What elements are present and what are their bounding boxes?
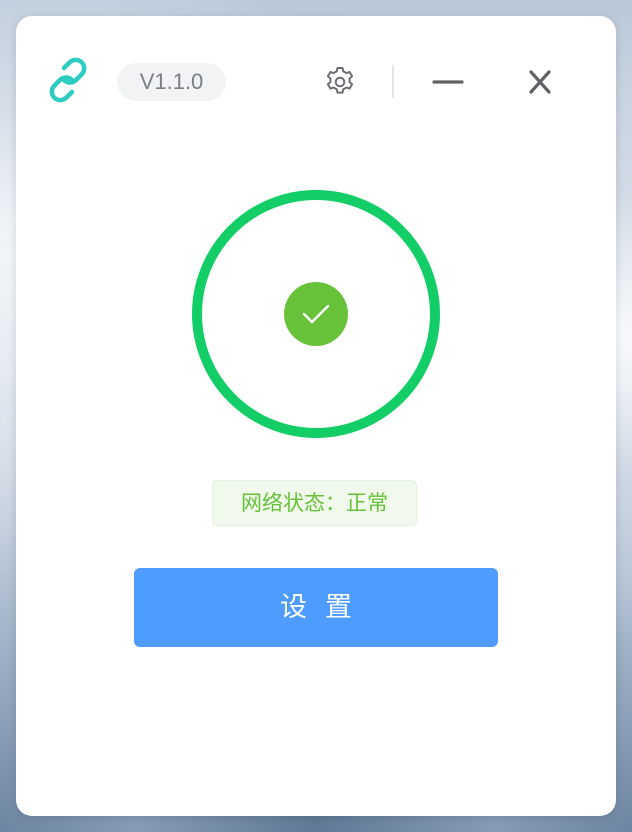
- minimize-icon[interactable]: [426, 66, 470, 98]
- network-status-tag: 网络状态：正常: [212, 480, 417, 526]
- link-icon: [49, 57, 87, 103]
- version-badge: V1.1.0: [117, 63, 226, 101]
- checkmark-icon: [284, 282, 348, 346]
- app-window: V1.1.0 网络状态：正常 设置: [16, 16, 616, 816]
- settings-button[interactable]: 设置: [134, 568, 498, 647]
- titlebar-divider: [392, 65, 394, 98]
- gear-icon[interactable]: [322, 64, 358, 100]
- connection-status-ring: [192, 190, 440, 438]
- close-icon[interactable]: [522, 66, 558, 98]
